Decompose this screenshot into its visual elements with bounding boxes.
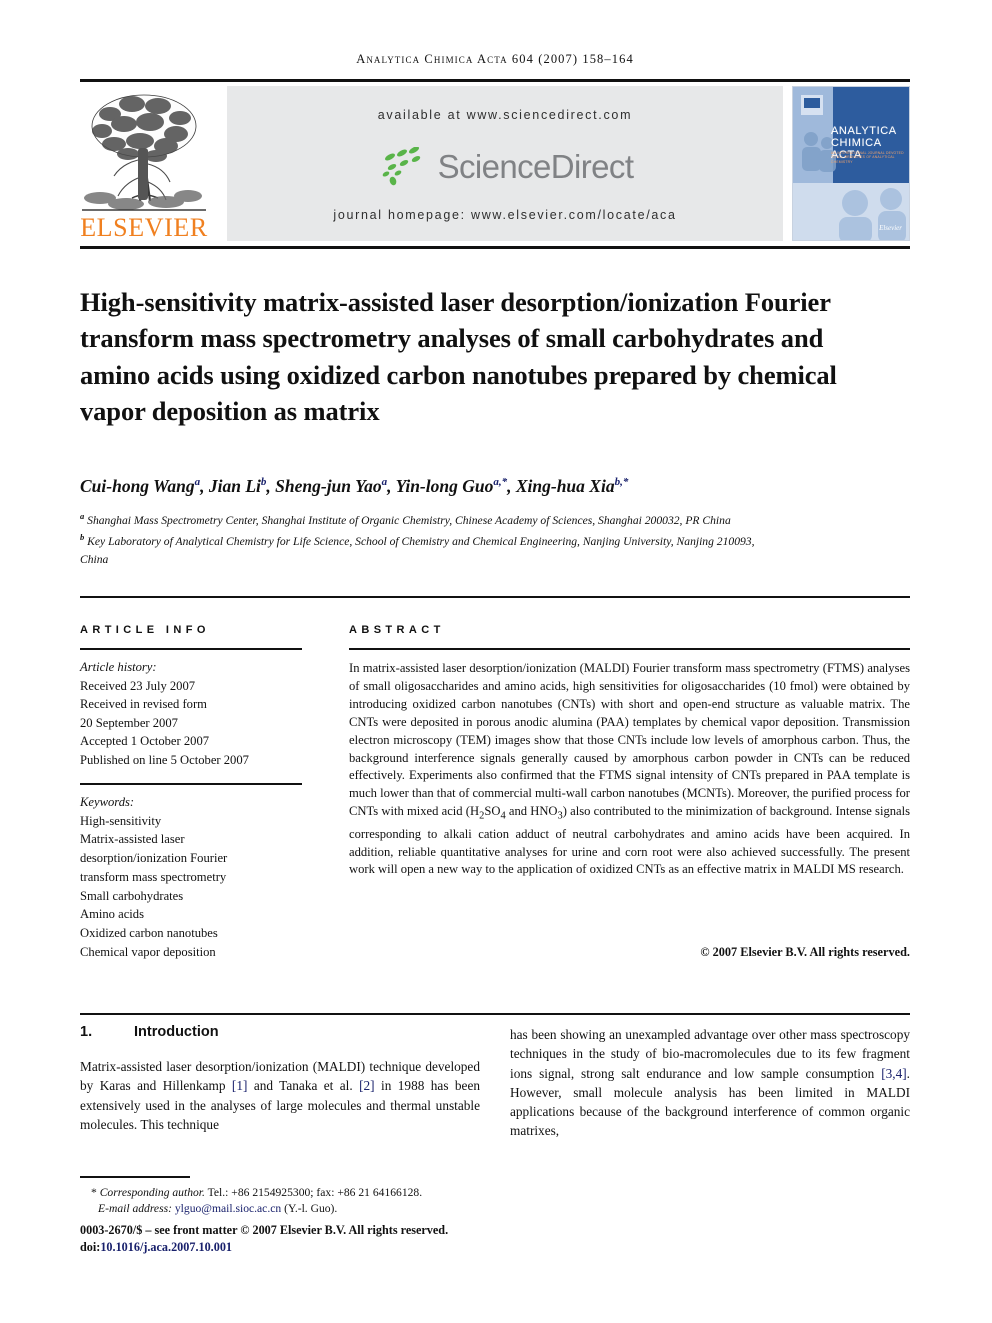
section-heading-introduction: 1. Introduction (80, 1024, 219, 1040)
affiliation-item: b Key Laboratory of Analytical Chemistry… (80, 529, 780, 568)
affiliation-text: Shanghai Mass Spectrometry Center, Shang… (87, 513, 731, 527)
cover-subtitle: AN INTERNATIONAL JOURNAL DEVOTED TO ALL … (831, 151, 904, 164)
affiliation-mark: a (80, 511, 85, 521)
header-rule-top (80, 79, 910, 82)
article-info-heading: ARTICLE INFO (80, 624, 210, 636)
author-name: Sheng-jun Yao (275, 476, 382, 496)
keywords-rule (80, 783, 302, 785)
history-item: Published on line 5 October 2007 (80, 752, 249, 767)
author-affil-mark: a (381, 476, 388, 489)
abstract-heading-rule (349, 648, 910, 650)
elsevier-wordmark: ELSEVIER (80, 213, 208, 242)
corresponding-contact: Tel.: +86 2154925300; fax: +86 21 641661… (207, 1186, 423, 1199)
keyword-item: desorption/ionization Fourier (80, 851, 228, 866)
journal-cover-thumbnail: ANALYTICA CHIMICA ACTA AN INTERNATIONAL … (792, 86, 910, 241)
affiliation-list: a Shanghai Mass Spectrometry Center, Sha… (80, 508, 780, 568)
history-item: Received in revised form (80, 697, 207, 712)
author-name: Cui-hong Wang (80, 476, 195, 496)
journal-article-page: Analytica Chimica Acta 604 (2007) 158–16… (0, 0, 992, 1323)
available-at-text: available at www.sciencedirect.com (377, 108, 633, 122)
keyword-item: Chemical vapor deposition (80, 944, 216, 959)
doi-line: doi:10.1016/j.aca.2007.10.001 (80, 1239, 520, 1256)
affiliation-mark: b (80, 532, 85, 543)
page-title: High-sensitivity matrix-assisted laser d… (80, 286, 837, 427)
keyword-item: High-sensitivity (80, 813, 162, 828)
citation-reference[interactable]: [2] (359, 1078, 375, 1093)
author-affil-mark: a (194, 476, 201, 489)
author-affil-mark: b,* (614, 476, 629, 489)
elsevier-tree-icon (82, 94, 206, 211)
history-item: Accepted 1 October 2007 (80, 734, 210, 749)
article-history-block: Article history: Received 23 July 2007 R… (80, 658, 310, 770)
masthead-rule-bottom (80, 246, 910, 249)
keywords-block: Keywords: High-sensitivity Matrix-assist… (80, 793, 310, 961)
footnote-rule (80, 1176, 190, 1178)
history-item: 20 September 2007 (80, 715, 178, 730)
intro-paragraph-left: Matrix-assisted laser desorption/ionizat… (80, 1059, 480, 1132)
affiliation-item: a Shanghai Mass Spectrometry Center, Sha… (80, 508, 780, 529)
article-history-label: Article history: (80, 660, 157, 674)
issn-line: 0003-2670/$ – see front matter © 2007 El… (80, 1223, 449, 1237)
section-title: Introduction (134, 1024, 219, 1040)
corresponding-marker: * (91, 1186, 97, 1199)
keyword-item: Amino acids (80, 907, 145, 922)
sciencedirect-leaf-icon (382, 147, 420, 186)
doi-link[interactable]: 10.1016/j.aca.2007.10.001 (100, 1240, 232, 1254)
doi-label: doi: (80, 1239, 101, 1254)
body-section-rule (80, 1013, 910, 1015)
running-head: Analytica Chimica Acta 604 (2007) 158–16… (356, 52, 634, 66)
info-section-rule (80, 596, 910, 598)
keywords-label: Keywords: (80, 795, 135, 809)
author-affil-mark: a,* (493, 476, 508, 489)
author-name: Yin-long Guo (395, 476, 494, 496)
citation-reference[interactable]: [3,4] (881, 1066, 906, 1081)
author-affil-mark: b (260, 476, 267, 489)
citation-reference[interactable]: [1] (232, 1078, 248, 1093)
elsevier-logo: ELSEVIER (80, 86, 208, 244)
email-line: E-mail address: ylguo@mail.sioc.ac.cn (Y… (80, 1201, 510, 1217)
keyword-item: Oxidized carbon nanotubes (80, 925, 218, 940)
email-owner: (Y.-l. Guo). (284, 1202, 338, 1216)
intro-paragraph-right: has been showing an unexampled advantage… (510, 1027, 910, 1139)
abstract-heading: ABSTRACT (349, 624, 445, 636)
history-item: Received 23 July 2007 (80, 678, 196, 693)
author-name: Xing-hua Xia (515, 476, 615, 496)
article-info-heading-rule (80, 648, 302, 650)
corresponding-author-line: * Corresponding author. Tel.: +86 215492… (80, 1185, 510, 1201)
corresponding-label: Corresponding author. (99, 1186, 205, 1199)
author-name: Jian Li (208, 476, 261, 496)
keyword-item: Matrix-assisted laser (80, 832, 185, 847)
cover-brand: Elsevier (879, 224, 902, 232)
footnote-block: * Corresponding author. Tel.: +86 215492… (80, 1185, 510, 1218)
email-link[interactable]: ylguo@mail.sioc.ac.cn (175, 1202, 281, 1215)
sciencedirect-logo: ScienceDirect (227, 138, 783, 196)
author-list: Cui-hong Wanga, Jian Lib, Sheng-jun Yaoa… (80, 476, 629, 496)
journal-homepage-text: journal homepage: www.elsevier.com/locat… (333, 208, 677, 222)
email-label: E-mail address: (98, 1202, 172, 1216)
keyword-item: Small carbohydrates (80, 888, 184, 903)
keyword-item: transform mass spectrometry (80, 869, 227, 884)
copyright-notice: © 2007 Elsevier B.V. All rights reserved… (700, 945, 910, 959)
imprint-block: 0003-2670/$ – see front matter © 2007 El… (80, 1222, 520, 1255)
section-number: 1. (80, 1024, 93, 1040)
masthead: ELSEVIER available at www.sciencedirect.… (80, 86, 910, 244)
affiliation-text: Key Laboratory of Analytical Chemistry f… (80, 535, 755, 566)
abstract-text: In matrix-assisted laser desorption/ioni… (349, 661, 911, 877)
sciencedirect-banner: available at www.sciencedirect.com Scien… (227, 86, 783, 241)
sciencedirect-wordmark: ScienceDirect (437, 148, 634, 185)
